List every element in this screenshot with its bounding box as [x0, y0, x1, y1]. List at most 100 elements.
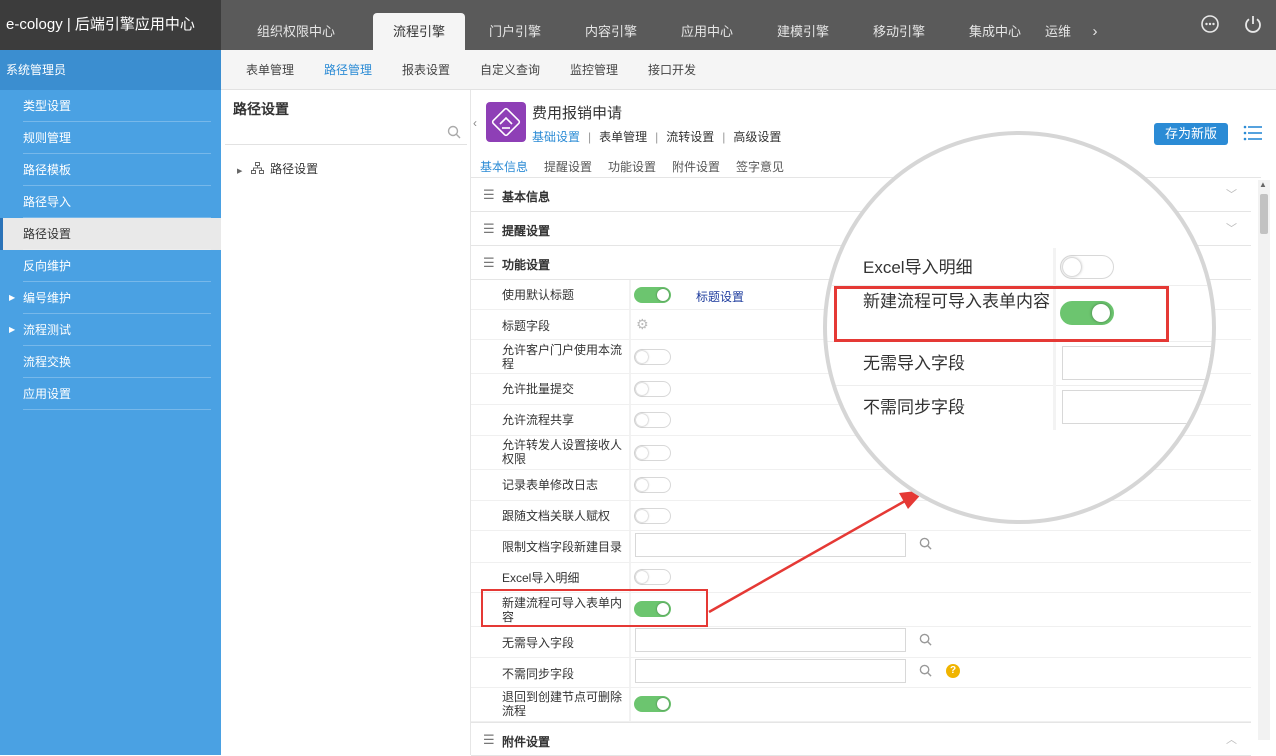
subnav-custom-query[interactable]: 自定义查询 [480, 50, 540, 90]
row-divider [629, 436, 631, 469]
collapse-left-icon[interactable]: ‹ [473, 116, 477, 130]
tab-integration-center[interactable]: 集成中心 [949, 13, 1041, 50]
brand-title: e-cology | 后端引擎应用中心 [0, 0, 221, 50]
row-divider [629, 531, 631, 562]
tab-content-engine[interactable]: 内容引擎 [565, 13, 657, 50]
tab-app-center[interactable]: 应用中心 [661, 13, 753, 50]
subnav-path-management[interactable]: 路径管理 [324, 50, 372, 90]
caret-right-icon[interactable]: ▶ [237, 168, 242, 175]
sidebar-item-reverse-maintenance[interactable]: 反向维护 [0, 250, 221, 282]
tree-search-input[interactable] [225, 123, 467, 145]
tab-workflow-engine[interactable]: 流程引擎 [373, 13, 465, 50]
allow-customer-portal-toggle[interactable] [634, 349, 671, 365]
chevron-right-icon[interactable]: › [1088, 13, 1102, 50]
subnav-interface-dev[interactable]: 接口开发 [648, 50, 696, 90]
return-delete-toggle[interactable] [634, 696, 671, 712]
power-icon[interactable] [1243, 14, 1263, 34]
sidebar-item-label: 流程交换 [23, 355, 72, 369]
tab-flow-settings[interactable]: 流转设置 [666, 130, 714, 144]
list-menu-icon[interactable] [1243, 125, 1263, 146]
title-settings-link[interactable]: 标题设置 [696, 288, 744, 305]
sub-nav: 表单管理 路径管理 报表设置 自定义查询 监控管理 接口开发 [221, 50, 1276, 90]
org-tree-icon [250, 162, 267, 176]
chevron-down-icon[interactable]: ﹀ [1226, 186, 1237, 202]
search-icon[interactable] [447, 125, 461, 142]
save-as-new-version-button[interactable]: 存为新版 [1154, 123, 1228, 145]
scroll-up-icon[interactable]: ▲ [1259, 180, 1267, 189]
search-icon[interactable] [919, 537, 932, 553]
zoom-setting-label: 无需导入字段 [863, 354, 965, 373]
sidebar-item-app-settings[interactable]: 应用设置 [0, 378, 221, 410]
zoom-highlight-box [834, 286, 1169, 342]
tab-org-permission[interactable]: 组织权限中心 [250, 13, 342, 50]
more-options-icon[interactable] [1200, 14, 1220, 34]
tab-separator: | [588, 130, 592, 144]
row-divider [629, 470, 631, 500]
no-sync-fields-input[interactable] [635, 659, 906, 683]
scrollbar[interactable] [1258, 180, 1270, 740]
tree-panel: 路径设置 ▶ 路径设置 [221, 90, 471, 755]
sidebar-item-path-template[interactable]: 路径模板 [0, 154, 221, 186]
record-form-log-toggle[interactable] [634, 477, 671, 493]
tab-form-management[interactable]: 表单管理 [599, 130, 647, 144]
section-label: 附件设置 [502, 735, 551, 749]
tab-operations[interactable]: 运维 [1045, 13, 1085, 50]
section-label: 基本信息 [502, 190, 551, 204]
chevron-down-icon[interactable]: ﹀ [1226, 220, 1237, 236]
tab-portal-engine[interactable]: 门户引擎 [469, 13, 561, 50]
follow-doc-toggle[interactable] [634, 508, 671, 524]
row-divider [629, 501, 631, 530]
zoom-excel-import-toggle [1060, 255, 1114, 279]
search-icon[interactable] [919, 664, 932, 680]
drag-handle-icon[interactable]: ☰ [483, 221, 495, 237]
search-icon[interactable] [919, 633, 932, 649]
scrollbar-thumb[interactable] [1260, 194, 1268, 234]
chevron-up-icon[interactable]: ︿ [1226, 731, 1237, 747]
section-attachment[interactable]: ☰ 附件设置 ︿ [471, 722, 1251, 756]
limit-doc-dir-input[interactable] [635, 533, 906, 557]
no-import-fields-input[interactable] [635, 628, 906, 652]
sidebar-item-path-settings[interactable]: 路径设置 [0, 218, 221, 250]
tab-modeling-engine[interactable]: 建模引擎 [757, 13, 849, 50]
drag-handle-icon[interactable]: ☰ [483, 187, 495, 203]
row-divider [629, 310, 631, 339]
allow-batch-submit-toggle[interactable] [634, 381, 671, 397]
row-divider [629, 563, 631, 592]
sidebar-item-label: 规则管理 [23, 131, 72, 145]
sidebar-item-workflow-test[interactable]: ▶ 流程测试 [0, 314, 221, 346]
tab-advanced-settings[interactable]: 高级设置 [733, 130, 781, 144]
stab-function-settings[interactable]: 功能设置 [608, 158, 656, 175]
tree-node-path-settings[interactable]: ▶ 路径设置 [237, 160, 318, 177]
help-icon[interactable]: ? [946, 664, 960, 678]
use-default-title-toggle[interactable] [634, 287, 671, 303]
allow-forwarder-toggle[interactable] [634, 445, 671, 461]
sidebar-item-type-settings[interactable]: 类型设置 [0, 90, 221, 122]
sidebar-item-number-maintenance[interactable]: ▶ 编号维护 [0, 282, 221, 314]
sidebar-item-label: 类型设置 [23, 99, 72, 113]
sidebar-item-label: 应用设置 [23, 387, 72, 401]
sidebar: 系统管理员 类型设置 规则管理 路径模板 路径导入 路径设置 反向维护 ▶ 编号维… [0, 50, 221, 755]
setting-label: 允许流程共享 [502, 413, 575, 427]
tab-basic-settings[interactable]: 基础设置 [532, 130, 580, 144]
primary-tabs: 基础设置 | 表单管理 | 流转设置 | 高级设置 [532, 128, 781, 145]
drag-handle-icon[interactable]: ☰ [483, 255, 495, 271]
sidebar-item-path-import[interactable]: 路径导入 [0, 186, 221, 218]
sidebar-item-rule-management[interactable]: 规则管理 [0, 122, 221, 154]
subnav-monitor-management[interactable]: 监控管理 [570, 50, 618, 90]
sidebar-item-workflow-exchange[interactable]: 流程交换 [0, 346, 221, 378]
section-label: 功能设置 [502, 258, 551, 272]
gear-icon[interactable]: ⚙ [636, 316, 649, 333]
subnav-report-settings[interactable]: 报表设置 [402, 50, 450, 90]
stab-attachment-settings[interactable]: 附件设置 [672, 158, 720, 175]
admin-label: 系统管理员 [0, 50, 221, 90]
drag-handle-icon[interactable]: ☰ [483, 732, 495, 748]
allow-share-toggle[interactable] [634, 412, 671, 428]
stab-signature-opinion[interactable]: 签字意见 [736, 158, 784, 175]
tab-mobile-engine[interactable]: 移动引擎 [853, 13, 945, 50]
sidebar-nav: 类型设置 规则管理 路径模板 路径导入 路径设置 反向维护 ▶ 编号维护 ▶ 流程测… [0, 90, 221, 410]
subnav-form-management[interactable]: 表单管理 [246, 50, 294, 90]
excel-import-toggle[interactable] [634, 569, 671, 585]
stab-reminder-settings[interactable]: 提醒设置 [544, 158, 592, 175]
setting-return-delete: 退回到创建节点可删除流程 [471, 688, 1251, 722]
sidebar-item-label: 编号维护 [23, 291, 72, 305]
